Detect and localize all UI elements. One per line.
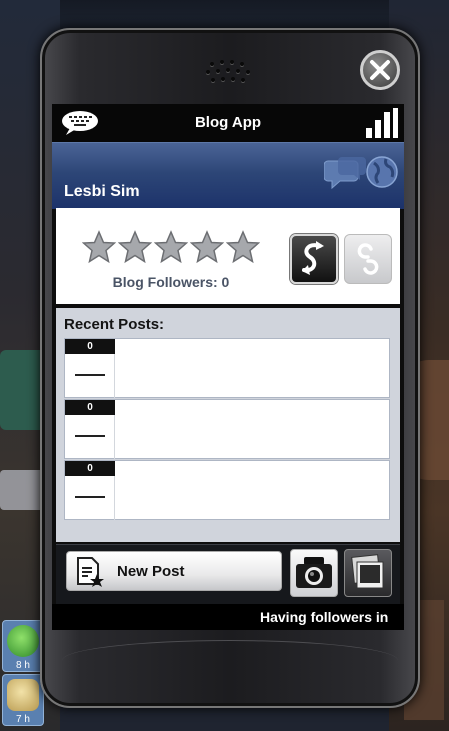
sync-icon — [302, 241, 324, 275]
post-item[interactable]: 0 — [64, 399, 390, 459]
phone-speaker — [202, 58, 258, 88]
news-ticker: Having followers in — [52, 604, 404, 630]
sync-button[interactable] — [290, 234, 338, 284]
post-thumbnail — [65, 476, 115, 520]
post-thumbnail — [65, 415, 115, 459]
close-button[interactable] — [360, 50, 400, 90]
ticker-text: Having followers in — [260, 609, 389, 625]
link-icon — [357, 243, 379, 275]
action-bar: New Post — [56, 544, 400, 605]
star-icon — [154, 230, 188, 264]
chat-globe-icon[interactable] — [324, 155, 400, 195]
star-rating — [82, 230, 262, 266]
moodlet-time: 8 h — [16, 660, 30, 671]
new-post-label: New Post — [117, 563, 185, 580]
profile-header: Lesbi Sim — [52, 142, 404, 209]
signal-strength-icon — [366, 108, 398, 138]
status-bar: Blog App — [52, 104, 404, 142]
app-title: Blog App — [194, 114, 262, 131]
phone-bottom-bezel — [62, 640, 398, 681]
photo-album-button[interactable] — [344, 549, 392, 597]
unlink-button[interactable] — [344, 234, 392, 284]
post-item[interactable]: 0 — [64, 338, 390, 398]
moodlet-badge-happy[interactable]: 8 h — [2, 620, 44, 672]
empty-placeholder-icon — [75, 435, 105, 437]
food-icon — [7, 679, 39, 711]
post-count: 0 — [65, 339, 115, 354]
user-name: Lesbi Sim — [64, 183, 140, 200]
smiley-face-icon — [7, 625, 39, 657]
recent-posts-heading: Recent Posts: — [64, 316, 165, 333]
rating-panel: Blog Followers: 0 — [56, 208, 400, 304]
phone-screen: Blog App Lesbi Sim Blog Followers: 0 Rec… — [52, 104, 404, 630]
camera-icon — [296, 557, 332, 588]
moodlet-time: 7 h — [16, 714, 30, 725]
recent-posts-panel: Recent Posts: 0 0 0 — [56, 308, 400, 542]
post-count: 0 — [65, 400, 115, 415]
star-icon — [226, 230, 260, 264]
star-icon — [190, 230, 224, 264]
close-icon — [370, 60, 390, 80]
empty-placeholder-icon — [75, 374, 105, 376]
star-icon — [82, 230, 116, 264]
post-count: 0 — [65, 461, 115, 476]
empty-placeholder-icon — [75, 496, 105, 498]
new-document-icon — [77, 557, 104, 587]
photos-icon — [351, 554, 384, 589]
new-post-button[interactable]: New Post — [66, 551, 282, 591]
moodlet-badge-food[interactable]: 7 h — [2, 674, 44, 726]
post-thumbnail — [65, 354, 115, 398]
followers-count: Blog Followers: 0 — [112, 274, 230, 290]
camera-button[interactable] — [290, 549, 338, 597]
star-icon — [118, 230, 152, 264]
post-item[interactable]: 0 — [64, 460, 390, 520]
